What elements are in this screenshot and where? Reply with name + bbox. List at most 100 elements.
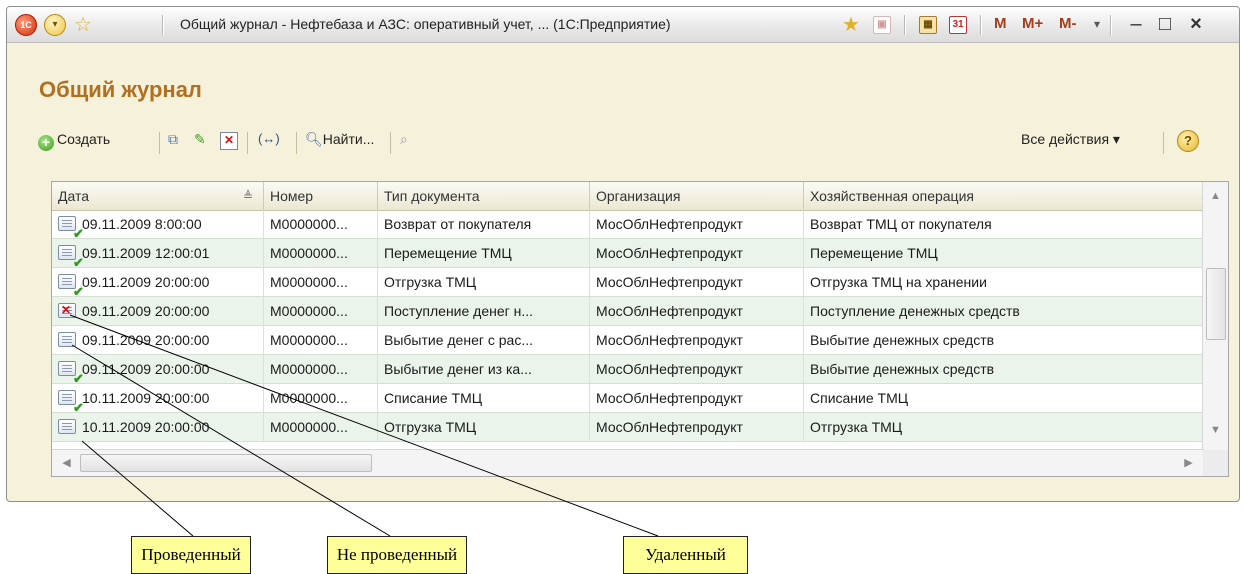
table-row[interactable]: ✔ 09.11.2009 12:00:01 М0000000... Перемещен… [52,239,1204,268]
plus-icon: + [38,135,54,151]
title-separator-3 [980,15,982,35]
table-row[interactable]: ✔ 09.11.2009 20:00:00 М0000000... Выбытие д… [52,355,1204,384]
memory-minus-button[interactable]: M- [1059,15,1077,32]
date-text: 09.11.2009 20:00:00 [82,303,210,319]
cell-doc-type: Поступление денег н... [378,297,590,325]
more-chevron-icon[interactable]: ▾ [1094,17,1100,31]
favorites-star-icon[interactable]: ☆ [74,12,92,38]
horizontal-scroll-thumb[interactable] [80,454,372,472]
date-text: 09.11.2009 20:00:00 [82,274,210,290]
edit-pencil-icon[interactable]: ✎ [194,131,206,148]
table-row[interactable]: ✔ 10.11.2009 20:00:00 М0000000... Списание … [52,384,1204,413]
cell-operation: Возврат ТМЦ от покупателя [804,210,1204,238]
find-button[interactable]: 🔍︎Найти... [305,131,374,148]
app-window: 1С ▾ ☆ Общий журнал - Нефтебаза и АЗС: о… [6,6,1240,502]
cell-doc-type: Списание ТМЦ [378,384,590,412]
memory-m-button[interactable]: M [994,15,1007,32]
column-header-number[interactable]: Номер [264,182,378,210]
cell-operation: Выбытие денежных средств [804,355,1204,383]
column-header-operation[interactable]: Хозяйственная операция [804,182,1204,210]
scroll-right-icon[interactable]: ▶ [1176,453,1201,473]
mark-delete-icon[interactable]: ✕ [220,132,238,150]
link-icon[interactable]: (↔) [258,131,280,146]
date-text: 09.11.2009 8:00:00 [82,216,202,232]
table-row[interactable]: 09.11.2009 20:00:00 М0000000... Выбытие де… [52,326,1204,355]
cell-doc-type: Отгрузка ТМЦ [378,268,590,296]
cell-number: М0000000... [264,297,378,325]
toolbar: + Создать ⧉ ✎ ✕ (↔) 🔍︎Найти... ⌕ Все дейс… [7,125,1239,159]
cell-date: ✔ 09.11.2009 20:00:00 [52,268,264,296]
table-row[interactable]: 10.11.2009 20:00:00 М0000000... Отгрузка Т… [52,413,1204,442]
cell-operation: Перемещение ТМЦ [804,239,1204,267]
cell-date: ✔ 09.11.2009 8:00:00 [52,210,264,238]
cell-number: М0000000... [264,239,378,267]
date-text: 09.11.2009 12:00:01 [82,245,210,261]
date-text: 10.11.2009 20:00:00 [82,419,210,435]
cell-operation: Поступление денежных средств [804,297,1204,325]
cell-organization: МосОблНефтепродукт [590,326,804,354]
title-bar: 1С ▾ ☆ Общий журнал - Нефтебаза и АЗС: о… [7,7,1239,43]
delete-mark-icon: ✕ [61,303,72,317]
table-row[interactable]: ✔ 09.11.2009 20:00:00 М0000000... Отгрузка … [52,268,1204,297]
scroll-down-icon[interactable]: ▼ [1203,420,1228,440]
horizontal-scrollbar[interactable]: ◀ ▶ [52,449,1204,476]
cell-organization: МосОблНефтепродукт [590,239,804,267]
column-header-doc-type[interactable]: Тип документа [378,182,590,210]
posted-document-icon: ✔ [58,361,84,383]
sort-icon: ≜ [242,189,253,203]
cell-operation: Выбытие денежных средств [804,326,1204,354]
cell-date: ✔ 09.11.2009 12:00:01 [52,239,264,267]
callout-deleted: Удаленный [623,536,748,574]
cell-organization: МосОблНефтепродукт [590,210,804,238]
cell-doc-type: Отгрузка ТМЦ [378,413,590,441]
cell-number: М0000000... [264,210,378,238]
unposted-document-icon [58,332,76,347]
cell-doc-type: Выбытие денег из ка... [378,355,590,383]
column-header-date[interactable]: Дата ≜ [52,182,264,210]
toolbar-separator-3 [296,132,297,154]
cancel-search-icon[interactable]: ⌕ [400,131,408,148]
help-icon[interactable]: ? [1177,130,1199,152]
toolbar-separator-5 [1163,132,1164,154]
cell-date: 09.11.2009 20:00:00 [52,326,264,354]
vertical-scroll-thumb[interactable] [1206,268,1226,340]
maximize-button[interactable]: □ [1152,11,1178,37]
cell-date: ✔ 09.11.2009 20:00:00 [52,355,264,383]
create-button[interactable]: + Создать [38,131,110,151]
minimize-button[interactable]: – [1123,11,1149,37]
date-text: 10.11.2009 20:00:00 [82,390,210,406]
title-separator-2 [904,15,906,35]
history-icon[interactable]: ▣ [873,16,891,34]
cell-operation: Отгрузка ТМЦ [804,413,1204,441]
column-header-organization[interactable]: Организация [590,182,804,210]
app-logo-icon[interactable]: 1С [15,14,37,36]
cell-organization: МосОблНефтепродукт [590,384,804,412]
add-to-favorites-icon[interactable]: ★ [842,12,860,38]
table-row[interactable]: ✔ 09.11.2009 8:00:00 М0000000... Возврат от… [52,210,1204,239]
posted-document-icon: ✔ [58,216,84,238]
main-menu-button[interactable]: ▾ [44,14,66,36]
cell-number: М0000000... [264,384,378,412]
cell-number: М0000000... [264,413,378,441]
cell-doc-type: Возврат от покупателя [378,210,590,238]
scroll-left-icon[interactable]: ◀ [54,453,79,473]
cell-date: ✕ 09.11.2009 20:00:00 [52,297,264,325]
deleted-document-icon: ✕ [58,303,76,318]
all-actions-menu[interactable]: Все действия ▾ [1021,131,1120,148]
calculator-icon[interactable]: ▦ [919,16,937,34]
copy-icon[interactable]: ⧉ [168,131,178,148]
posted-document-icon: ✔ [58,390,84,412]
posted-document-icon: ✔ [58,274,84,296]
cell-organization: МосОблНефтепродукт [590,413,804,441]
memory-plus-button[interactable]: M+ [1022,15,1043,32]
window-title: Общий журнал - Нефтебаза и АЗС: оператив… [180,16,671,32]
close-button[interactable]: × [1183,11,1209,37]
cell-number: М0000000... [264,326,378,354]
journal-table: Дата ≜ Номер Тип документа Организация Х… [51,181,1229,477]
calendar-icon[interactable]: 31 [949,16,967,34]
vertical-scrollbar[interactable]: ▲ ▼ [1202,182,1228,450]
table-row[interactable]: ✕ 09.11.2009 20:00:00 М0000000... Поступлен… [52,297,1204,326]
toolbar-separator [159,132,160,154]
cell-doc-type: Перемещение ТМЦ [378,239,590,267]
scroll-up-icon[interactable]: ▲ [1203,186,1228,206]
